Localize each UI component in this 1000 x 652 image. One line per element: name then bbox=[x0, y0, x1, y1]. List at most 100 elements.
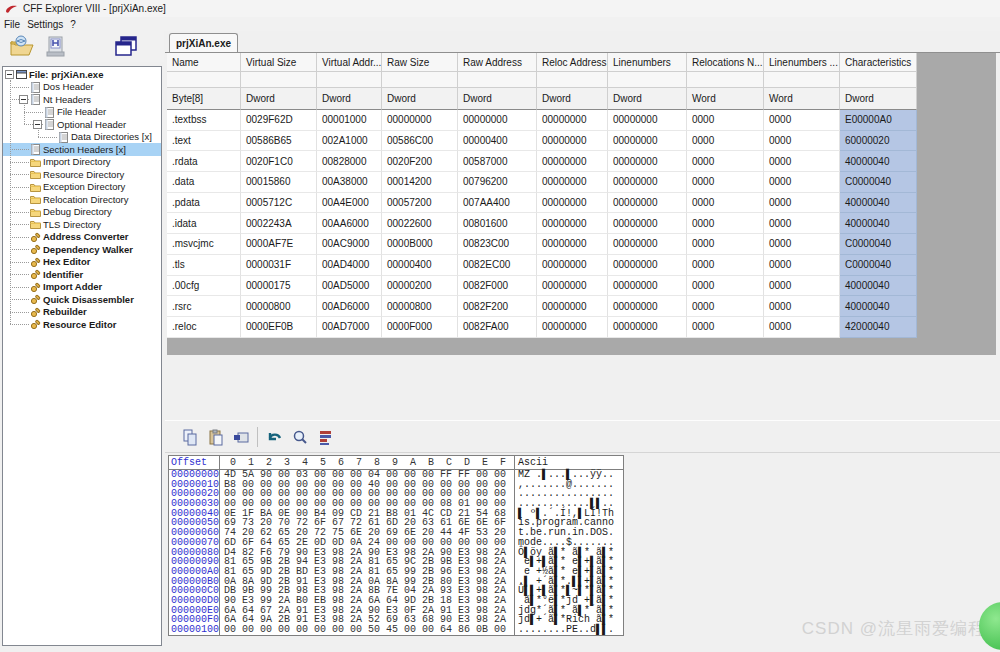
table-cell[interactable]: 0000EF0B bbox=[241, 317, 317, 338]
table-cell[interactable]: 00000000 bbox=[537, 213, 608, 234]
table-cell[interactable]: 0000 bbox=[687, 172, 764, 193]
hex-view[interactable]: Offset0 1 2 3 4 5 6 7 8 9 A B C D E FAsc… bbox=[168, 455, 624, 636]
table-cell[interactable]: 00A38000 bbox=[317, 172, 382, 193]
table-cell[interactable]: 00000000 bbox=[458, 110, 537, 131]
tree-item-exception-directory[interactable]: Exception Directory bbox=[3, 181, 161, 194]
tree-item-hex-editor[interactable]: Hex Editor bbox=[3, 256, 161, 269]
table-cell[interactable]: 0000 bbox=[687, 131, 764, 152]
table-cell[interactable]: 0000 bbox=[764, 151, 840, 172]
table-cell[interactable]: C0000040 bbox=[840, 234, 917, 255]
table-cell[interactable]: .idata bbox=[167, 213, 241, 234]
tree-item-resource-directory[interactable]: Resource Directory bbox=[3, 168, 161, 181]
table-cell[interactable]: .rdata bbox=[167, 151, 241, 172]
table-cell[interactable]: 0082F000 bbox=[458, 276, 537, 297]
table-cell[interactable]: 0082EC00 bbox=[458, 255, 537, 276]
tree-item-file-prjxian-exe[interactable]: File: prjXiAn.exe bbox=[3, 68, 161, 81]
table-cell[interactable]: 0000AF7E bbox=[241, 234, 317, 255]
table-cell[interactable]: 0000 bbox=[687, 151, 764, 172]
table-cell[interactable]: 00000000 bbox=[608, 172, 687, 193]
table-cell[interactable]: 00828000 bbox=[317, 151, 382, 172]
table-cell[interactable]: 00000000 bbox=[537, 151, 608, 172]
table-cell[interactable]: .pdata bbox=[167, 193, 241, 214]
tree-item-dependency-walker[interactable]: Dependency Walker bbox=[3, 243, 161, 256]
hex-row[interactable]: 0000010000 00 00 00 00 00 00 00 50 45 00… bbox=[169, 625, 623, 635]
table-cell[interactable]: 00000000 bbox=[537, 317, 608, 338]
table-cell[interactable]: 0000 bbox=[687, 276, 764, 297]
table-cell[interactable]: 0002243A bbox=[241, 213, 317, 234]
table-cell[interactable]: 00000000 bbox=[608, 151, 687, 172]
table-cell[interactable]: 42000040 bbox=[840, 317, 917, 338]
table-cell[interactable]: 0000 bbox=[764, 317, 840, 338]
table-cell[interactable]: 00000000 bbox=[537, 110, 608, 131]
goto-offset-icon[interactable] bbox=[318, 429, 333, 446]
table-cell[interactable]: 00000800 bbox=[241, 296, 317, 317]
table-cell[interactable]: 0000 bbox=[764, 193, 840, 214]
copy-icon[interactable] bbox=[182, 429, 198, 446]
table-cell[interactable]: .rsrc bbox=[167, 296, 241, 317]
menu-file[interactable]: File bbox=[4, 19, 20, 30]
table-cell[interactable]: 00000000 bbox=[608, 296, 687, 317]
table-cell[interactable]: 002A1000 bbox=[317, 131, 382, 152]
fill-icon[interactable] bbox=[233, 429, 250, 446]
table-cell[interactable]: 0000 bbox=[687, 213, 764, 234]
tree-item-import-directory[interactable]: Import Directory bbox=[3, 156, 161, 169]
tree-item-debug-directory[interactable]: Debug Directory bbox=[3, 206, 161, 219]
table-cell[interactable]: 00014200 bbox=[382, 172, 458, 193]
table-cell[interactable]: 00587000 bbox=[458, 151, 537, 172]
tree-item-rebuilder[interactable]: Rebuilder bbox=[3, 306, 161, 319]
tree-expander[interactable] bbox=[33, 120, 42, 129]
table-cell[interactable]: 00000000 bbox=[608, 276, 687, 297]
table-cell[interactable]: 00000000 bbox=[537, 234, 608, 255]
tree-item-section-headers-x[interactable]: Section Headers [x] bbox=[3, 143, 161, 156]
table-cell[interactable]: 00000400 bbox=[458, 131, 537, 152]
undo-icon[interactable] bbox=[266, 429, 283, 446]
table-cell[interactable]: 00801600 bbox=[458, 213, 537, 234]
table-cell[interactable]: 0000 bbox=[764, 131, 840, 152]
table-cell[interactable]: 0000B000 bbox=[382, 234, 458, 255]
table-cell[interactable]: 0082F200 bbox=[458, 296, 537, 317]
table-cell[interactable]: 00000000 bbox=[537, 172, 608, 193]
table-cell[interactable]: 00001000 bbox=[317, 110, 382, 131]
table-cell[interactable]: 00000000 bbox=[537, 276, 608, 297]
table-cell[interactable]: C0000040 bbox=[840, 255, 917, 276]
table-cell[interactable]: 40000040 bbox=[840, 296, 917, 317]
table-cell[interactable]: 00796200 bbox=[458, 172, 537, 193]
table-cell[interactable]: 0000 bbox=[687, 234, 764, 255]
table-cell[interactable]: 00000000 bbox=[537, 255, 608, 276]
table-cell[interactable]: 0000 bbox=[764, 110, 840, 131]
table-cell[interactable]: 0000 bbox=[764, 255, 840, 276]
table-cell[interactable]: 00000000 bbox=[608, 255, 687, 276]
table-cell[interactable]: .00cfg bbox=[167, 276, 241, 297]
tree-item-optional-header[interactable]: Optional Header bbox=[3, 118, 161, 131]
menu-settings[interactable]: Settings bbox=[27, 19, 63, 30]
table-cell[interactable]: 0005712C bbox=[241, 193, 317, 214]
table-cell[interactable]: 00015860 bbox=[241, 172, 317, 193]
table-cell[interactable]: 0000 bbox=[764, 213, 840, 234]
table-cell[interactable]: 0000 bbox=[687, 255, 764, 276]
table-cell[interactable]: 00000000 bbox=[608, 110, 687, 131]
table-cell[interactable]: 00000000 bbox=[608, 213, 687, 234]
tree-item-address-converter[interactable]: Address Converter bbox=[3, 231, 161, 244]
table-cell[interactable]: 00AD4000 bbox=[317, 255, 382, 276]
table-cell[interactable]: 00057200 bbox=[382, 193, 458, 214]
table-cell[interactable]: 0000 bbox=[687, 317, 764, 338]
table-cell[interactable]: 0000 bbox=[687, 110, 764, 131]
table-cell[interactable]: 00022600 bbox=[382, 213, 458, 234]
table-cell[interactable]: 00000000 bbox=[537, 296, 608, 317]
table-cell[interactable]: 40000040 bbox=[840, 151, 917, 172]
table-cell[interactable]: 00586C00 bbox=[382, 131, 458, 152]
table-cell[interactable]: .tls bbox=[167, 255, 241, 276]
table-cell[interactable]: 00AD7000 bbox=[317, 317, 382, 338]
tree-expander[interactable] bbox=[19, 95, 28, 104]
tab-prjxian[interactable]: prjXiAn.exe bbox=[169, 33, 238, 52]
table-cell[interactable]: 00000800 bbox=[382, 296, 458, 317]
table-cell[interactable]: 60000020 bbox=[840, 131, 917, 152]
table-cell[interactable]: 00A4E000 bbox=[317, 193, 382, 214]
menu-help[interactable]: ? bbox=[70, 19, 76, 30]
table-cell[interactable]: 00000000 bbox=[382, 110, 458, 131]
table-cell[interactable]: .msvcjmc bbox=[167, 234, 241, 255]
tree-item-nt-headers[interactable]: Nt Headers bbox=[3, 93, 161, 106]
table-cell[interactable]: 0029F62D bbox=[241, 110, 317, 131]
table-cell[interactable]: 0000 bbox=[764, 296, 840, 317]
table-cell[interactable]: 00000175 bbox=[241, 276, 317, 297]
